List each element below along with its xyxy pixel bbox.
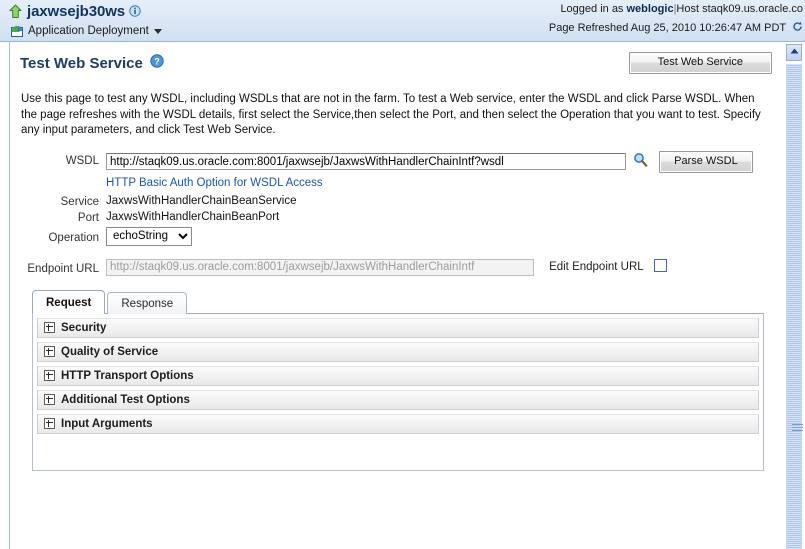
wsdl-label: WSDL [65,154,99,167]
parse-wsdl-button-wrap: Parse WSDL [659,150,753,173]
up-arrow-icon [8,4,23,19]
section-title: Test Web Service [20,54,143,72]
section-security[interactable]: Security [37,317,759,338]
tab-request[interactable]: Request [32,289,106,314]
port-row: Port JaxwsWithHandlerChainBeanPort [21,208,782,224]
scrollbar-track[interactable] [786,64,803,549]
request-response-tabs: Request Response Security Quality of Ser… [10,289,782,471]
target-identity: jaxwsejb30ws Application Deployment [8,1,162,40]
port-value: JaxwsWithHandlerChainBeanPort [106,210,280,223]
section-label: HTTP Transport Options [61,369,194,382]
section-label: Additional Test Options [61,393,190,406]
endpoint-url-input[interactable] [106,258,534,276]
operation-row: Operation echoString [21,226,782,246]
service-value: JaxwsWithHandlerChainBeanService [106,194,297,207]
expand-plus-icon[interactable] [44,394,55,405]
operation-label: Operation [48,231,99,244]
logged-in-prefix: Logged in as [560,3,624,15]
endpoint-url-control: Edit Endpoint URL [106,258,782,276]
help-icon[interactable]: ? [150,54,164,68]
left-rail [0,42,10,549]
service-label: Service [60,195,99,208]
wsdl-row: WSDL Parse WSDL HTT [21,150,782,189]
endpoint-url-row: Endpoint URL Edit Endpoint URL [21,258,782,276]
section-additional-test-options[interactable]: Additional Test Options [37,389,759,410]
test-web-service-button[interactable]: Test Web Service [628,52,772,74]
test-web-service-button-wrap: Test Web Service [628,52,772,74]
username: weblogic [626,3,674,15]
application-deployment-icon [10,24,24,38]
section-http-transport-options[interactable]: HTTP Transport Options [37,365,759,386]
service-row: Service JaxwsWithHandlerChainBeanService [21,192,782,208]
wsdl-control: Parse WSDL HTTP Basic Auth Option for WS… [106,150,782,189]
page-refreshed-line: Page Refreshed Aug 25, 2010 10:26:47 AM … [549,19,805,37]
operation-select[interactable]: echoString [106,226,192,246]
expand-plus-icon[interactable] [44,322,55,333]
vertical-scrollbar[interactable] [783,42,805,549]
scroll-up-arrow-icon[interactable] [786,44,802,61]
session-info: Logged in as weblogic|Host staqk09.us.or… [549,0,805,37]
edit-endpoint-url-checkbox[interactable] [653,258,667,272]
target-type-label: Application Deployment [28,25,149,37]
target-type-menu[interactable]: Application Deployment [8,22,162,40]
wsdl-form: WSDL Parse WSDL HTT [10,150,782,276]
host-value: staqk09.us.oracle.co [702,3,803,15]
section-label: Input Arguments [61,417,153,430]
target-header-band: jaxwsejb30ws Application Deployment Logg… [0,0,805,42]
svg-text:?: ? [154,56,160,66]
section-quality-of-service[interactable]: Quality of Service [37,341,759,362]
port-label: Port [77,211,99,224]
content-area: Test Web Service ? Test Web Service Use … [0,42,805,549]
expand-plus-icon[interactable] [44,370,55,381]
logged-in-line: Logged in as weblogic|Host staqk09.us.or… [549,0,805,19]
request-tab-panel: Security Quality of Service HTTP Transpo… [32,312,764,471]
page-refreshed-text: Page Refreshed Aug 25, 2010 10:26:47 AM … [548,22,786,34]
chevron-down-icon [153,28,162,34]
main-panel: Test Web Service ? Test Web Service Use … [10,42,782,549]
host-label: Host [676,3,700,15]
endpoint-url-label: Endpoint URL [27,262,99,275]
application-window: jaxwsejb30ws Application Deployment Logg… [0,0,805,549]
target-name-row: jaxwsejb30ws [8,1,162,21]
search-icon[interactable] [633,152,648,168]
operation-control: echoString [106,226,782,246]
page-title: jaxwsejb30ws [27,2,126,20]
parse-wsdl-button[interactable]: Parse WSDL [659,150,753,173]
expand-plus-icon[interactable] [44,346,55,357]
section-label: Quality of Service [61,345,159,358]
expand-plus-icon[interactable] [44,418,55,429]
section-input-arguments[interactable]: Input Arguments [37,413,759,434]
wsdl-input[interactable] [106,153,626,170]
http-basic-auth-link[interactable]: HTTP Basic Auth Option for WSDL Access [106,177,323,189]
page-header: Test Web Service ? Test Web Service [10,42,782,88]
tab-response[interactable]: Response [107,291,188,314]
scrollbar-thumb-grip[interactable] [792,424,803,433]
edit-endpoint-url-label: Edit Endpoint URL [549,261,644,273]
tabstrip: Request Response [32,289,764,314]
section-label: Security [61,321,107,334]
refresh-icon[interactable] [792,20,803,31]
instructions-text: Use this page to test any WSDL, includin… [21,93,761,136]
info-icon[interactable] [129,5,141,17]
